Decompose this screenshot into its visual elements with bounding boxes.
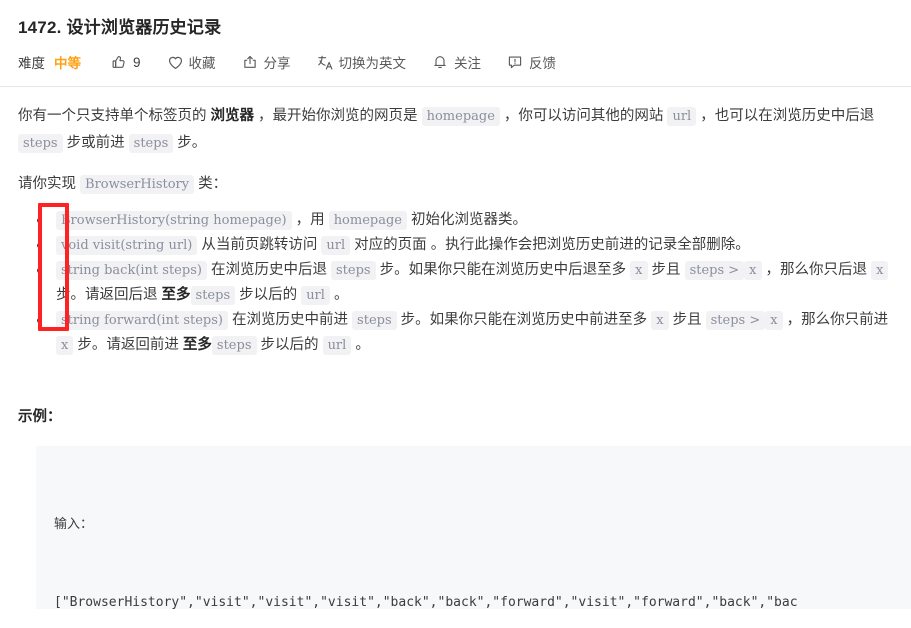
example-line: ["BrowserHistory","visit","visit","visit… bbox=[54, 595, 798, 609]
method-text-e: 步。请返回后退 bbox=[56, 287, 162, 303]
problem-page: 1472. 设计浏览器历史记录 难度 中等 9 收藏 分享 切换为英文 关注 反… bbox=[0, 0, 911, 628]
desc-text-f: 步或前进 bbox=[62, 135, 129, 151]
description-paragraph-2: 请你实现 BrowserHistory 类： bbox=[18, 171, 893, 198]
translate-label: 切换为英文 bbox=[338, 56, 407, 71]
feedback-label: 反馈 bbox=[529, 56, 557, 71]
method-list: BrowserHistory(string homepage) ，用 homep… bbox=[18, 208, 893, 358]
method-text-d: ，那么你只后退 bbox=[761, 262, 872, 278]
method-text-f: 步以后的 bbox=[235, 287, 302, 303]
code-x-2: x bbox=[744, 261, 762, 280]
code-steps-compare: steps > bbox=[684, 261, 745, 280]
method-text-a: ，用 bbox=[291, 212, 329, 228]
favorite-label: 收藏 bbox=[188, 56, 216, 71]
share-label: 分享 bbox=[263, 56, 291, 71]
code-steps-2: steps bbox=[211, 336, 257, 355]
code-steps: steps bbox=[352, 311, 397, 330]
method-text-b: 步。如果你只能在浏览历史中后退至多 bbox=[375, 262, 631, 278]
page-title: 1472. 设计浏览器历史记录 bbox=[18, 18, 222, 37]
code-homepage-param: homepage bbox=[328, 211, 407, 230]
code-url-return: url bbox=[301, 286, 330, 305]
follow-label: 关注 bbox=[454, 56, 482, 71]
translate-button[interactable]: 切换为英文 bbox=[317, 52, 407, 72]
method-text-b: 步。如果你只能在浏览历史中前进至多 bbox=[396, 312, 652, 328]
code-x-1: x bbox=[651, 311, 669, 330]
desc-bold-browser: 浏览器 bbox=[210, 108, 255, 124]
difficulty-value: 中等 bbox=[54, 56, 81, 71]
list-item: void visit(string url) 从当前页跳转访问 url 对应的页… bbox=[37, 233, 893, 258]
method-text-a: 在浏览历史中前进 bbox=[227, 312, 353, 328]
feedback-icon bbox=[507, 54, 523, 70]
code-back-signature: string back(int steps) bbox=[56, 261, 207, 280]
code-x-3: x bbox=[56, 336, 74, 355]
code-forward-signature: string forward(int steps) bbox=[56, 311, 228, 330]
code-steps-2: steps bbox=[128, 134, 174, 153]
method-text-a: 在浏览历史中后退 bbox=[206, 262, 331, 278]
code-homepage: homepage bbox=[421, 107, 500, 126]
code-x-3: x bbox=[871, 261, 889, 280]
code-browserhistory-class: BrowserHistory bbox=[80, 175, 195, 194]
list-item: string forward(int steps) 在浏览历史中前进 steps… bbox=[37, 308, 893, 358]
code-steps: steps bbox=[331, 261, 376, 280]
like-button[interactable]: 9 bbox=[111, 54, 141, 70]
code-visit-signature: void visit(string url) bbox=[56, 236, 198, 255]
method-text-b: 对应的页面 。执行此操作会把浏览历史前进的记录全部删除。 bbox=[350, 237, 750, 253]
method-text-d: ，那么你只前进 bbox=[782, 312, 889, 328]
code-x-1: x bbox=[630, 261, 648, 280]
implement-text: 请你实现 bbox=[18, 176, 81, 192]
method-text-c: 步且 bbox=[668, 312, 706, 328]
thumbs-up-icon bbox=[111, 54, 127, 70]
desc-text-g: 步。 bbox=[173, 135, 207, 151]
method-bold-atmost: 至多 bbox=[182, 337, 212, 353]
bell-icon bbox=[432, 54, 448, 70]
description-paragraph-1: 你有一个只支持单个标签页的 浏览器 ，最开始你浏览的网页是 homepage ，… bbox=[18, 103, 893, 157]
follow-button[interactable]: 关注 bbox=[432, 52, 481, 72]
share-icon bbox=[242, 54, 258, 70]
example-code-block: 输入： ["BrowserHistory","visit","visit","v… bbox=[36, 446, 911, 609]
code-url: url bbox=[667, 107, 697, 126]
method-text-g: 。 bbox=[351, 337, 370, 353]
desc-text-a: 你有一个只支持单个标签页的 bbox=[18, 108, 211, 124]
method-text-c: 步且 bbox=[647, 262, 685, 278]
favorite-button[interactable]: 收藏 bbox=[167, 52, 216, 72]
feedback-button[interactable]: 反馈 bbox=[507, 52, 556, 72]
code-constructor-signature: BrowserHistory(string homepage) bbox=[56, 211, 292, 230]
code-url-return: url bbox=[322, 336, 352, 355]
difficulty-label: 难度 bbox=[18, 56, 45, 71]
class-suffix-text: 类： bbox=[194, 176, 228, 192]
method-text-a: 从当前页跳转访问 bbox=[197, 237, 322, 253]
problem-meta-toolbar: 难度 中等 9 收藏 分享 切换为英文 关注 反馈 bbox=[18, 52, 893, 72]
translate-icon bbox=[317, 54, 333, 70]
code-steps-2: steps bbox=[190, 286, 236, 305]
like-count: 9 bbox=[133, 54, 141, 70]
code-url-param: url bbox=[321, 236, 351, 255]
code-steps-compare: steps > bbox=[705, 311, 766, 330]
method-text-g: 。 bbox=[329, 287, 349, 303]
code-steps-1: steps bbox=[18, 134, 63, 153]
desc-text-e: ，也可以在浏览历史中后退 bbox=[696, 108, 875, 124]
method-text-b: 初始化浏览器类。 bbox=[407, 212, 528, 228]
example-heading: 示例： bbox=[18, 409, 62, 425]
difficulty-badge: 难度 中等 bbox=[18, 52, 81, 72]
code-x-2: x bbox=[765, 311, 783, 330]
problem-description: 你有一个只支持单个标签页的 浏览器 ，最开始你浏览的网页是 homepage ，… bbox=[18, 87, 911, 609]
heart-icon bbox=[167, 54, 183, 70]
share-button[interactable]: 分享 bbox=[242, 52, 291, 72]
list-item: string back(int steps) 在浏览历史中后退 steps 步。… bbox=[37, 258, 893, 308]
example-line: 输入： bbox=[54, 517, 94, 532]
method-text-e: 步。请返回前进 bbox=[73, 337, 183, 353]
method-text-f: 步以后的 bbox=[256, 337, 323, 353]
list-item: BrowserHistory(string homepage) ，用 homep… bbox=[37, 208, 893, 233]
desc-text-d: ，你可以访问其他的网站 bbox=[499, 108, 668, 124]
method-bold-atmost: 至多 bbox=[161, 287, 191, 303]
desc-text-c: ，最开始你浏览的网页是 bbox=[254, 108, 422, 124]
